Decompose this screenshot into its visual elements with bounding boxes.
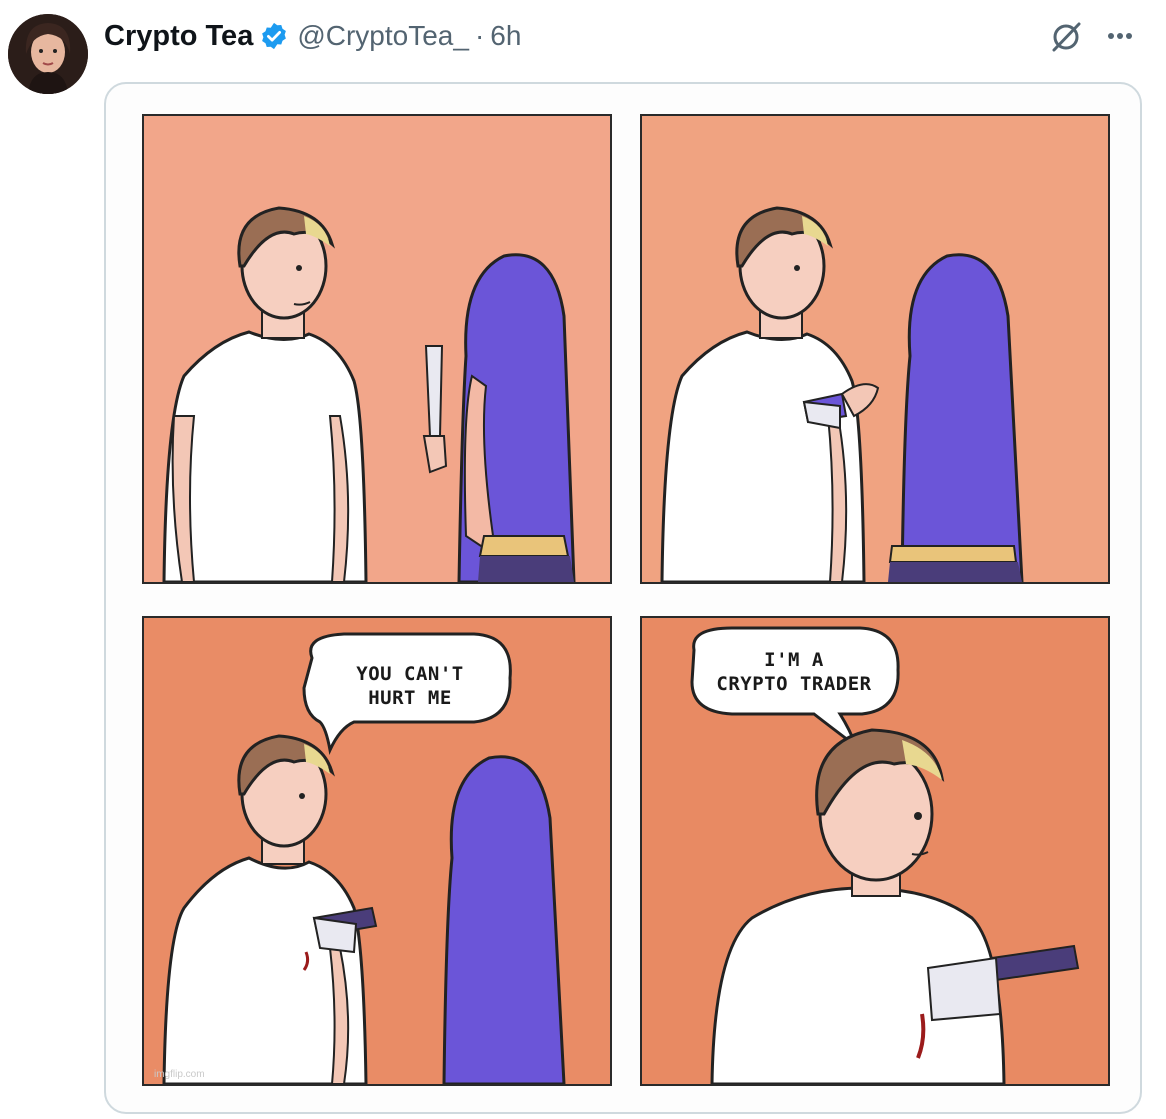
comic-panel-1 — [142, 114, 612, 584]
slashed-circle-icon[interactable] — [1046, 16, 1086, 56]
comic-panel-4: I'M A CRYPTO TRADER — [640, 616, 1110, 1086]
speech-bubble-text: I'M A CRYPTO TRADER — [694, 648, 894, 696]
tweet-header: Crypto Tea @CryptoTea_ · 6h — [104, 14, 521, 58]
speech-bubble-text: YOU CAN'T HURT ME — [320, 662, 500, 710]
verified-badge-icon — [259, 21, 289, 51]
separator-dot: · — [474, 20, 485, 51]
tweet-media[interactable]: YOU CAN'T HURT ME imgflip.com I'M A CRYP… — [104, 82, 1142, 1114]
comic-panel-3: YOU CAN'T HURT ME imgflip.com — [142, 616, 612, 1086]
avatar-image — [8, 14, 88, 94]
comic-panel-2 — [640, 114, 1110, 584]
speech-line-1: YOU CAN'T — [356, 663, 464, 685]
user-handle[interactable]: @CryptoTea_ — [297, 20, 469, 52]
speech-line-2: HURT ME — [368, 687, 452, 709]
speech-line-2: CRYPTO TRADER — [716, 673, 872, 695]
watermark: imgflip.com — [154, 1069, 205, 1080]
comic-illustration — [660, 206, 1024, 582]
timestamp[interactable]: 6h — [490, 20, 521, 52]
avatar[interactable] — [8, 14, 88, 94]
comic-illustration — [162, 206, 576, 582]
more-dots-icon[interactable] — [1100, 16, 1140, 56]
speech-line-1: I'M A — [764, 649, 824, 671]
display-name[interactable]: Crypto Tea — [104, 20, 253, 53]
